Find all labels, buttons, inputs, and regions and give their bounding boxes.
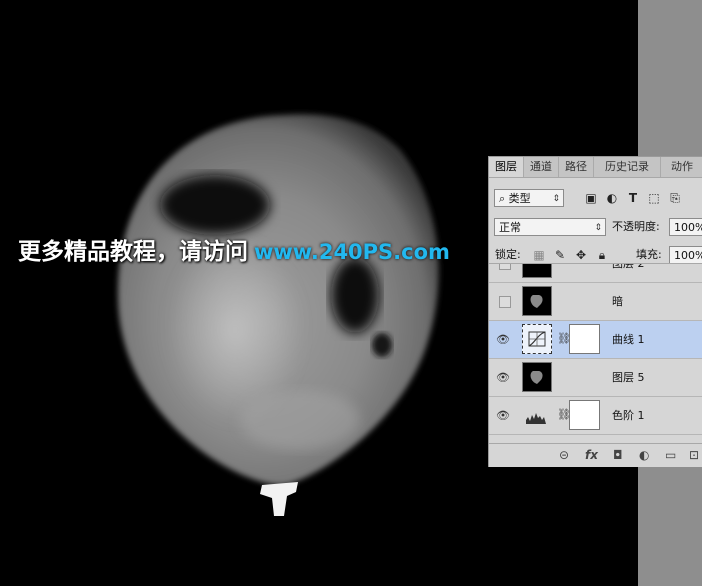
tab-history[interactable]: 历史记录 (594, 157, 661, 177)
opacity-label: 不透明度: (612, 220, 660, 233)
panel-tabs: 图层 通道 路径 历史记录 动作 (489, 157, 702, 178)
fill-input[interactable]: 100% (669, 246, 702, 264)
lock-row: 锁定: ▦ ✎ ✥ 🔒︎ 填充: 100% (489, 246, 702, 264)
eye-icon[interactable]: 👁︎ (495, 370, 511, 386)
layer-name: 图层 2 (612, 263, 645, 270)
folder-icon[interactable]: ▭ (665, 448, 676, 462)
lock-all-icon[interactable]: 🔒︎ (594, 247, 610, 263)
layer-row-layer5[interactable]: 👁︎ 图层 5 (489, 359, 702, 397)
panel-bottom-toolbar: ⊝ fx ◘ ◐ ▭ ⊡ (489, 443, 702, 467)
layer-row-levels1[interactable]: 👁︎ ⛓︎ 色阶 1 (489, 397, 702, 435)
layer-thumbnail (522, 286, 552, 316)
eye-icon[interactable]: 👁︎ (495, 332, 511, 348)
chevron-updown-icon: ⇕ (552, 194, 560, 204)
layer-row-layer2[interactable]: 图层 2 (489, 263, 702, 283)
type-filter-icon[interactable]: T (625, 190, 641, 206)
link-layers-icon[interactable]: ⊝ (559, 448, 569, 462)
watermark: 更多精品教程，请访问 www.240PS.com (18, 234, 450, 270)
layer-name: 图层 5 (612, 371, 645, 384)
tab-channels[interactable]: 通道 (524, 157, 559, 177)
layer-name: 暗 (612, 295, 623, 308)
levels-adjustment-icon (522, 400, 552, 430)
filter-kind-label: 类型 (508, 192, 531, 205)
image-filter-icon[interactable]: ▣ (583, 190, 599, 206)
layer-mask-thumbnail[interactable] (569, 400, 600, 430)
adjustment-layer-icon[interactable]: ◐ (639, 448, 649, 462)
layer-row-curves1[interactable]: 👁︎ ⛓︎ 曲线 1 (489, 321, 702, 359)
layer-thumbnail (522, 264, 552, 278)
layer-thumbnail (522, 362, 552, 392)
watermark-url: www.240PS.com (254, 240, 450, 264)
watermark-text: 更多精品教程，请访问 (18, 239, 248, 265)
new-layer-icon[interactable]: ⊡ (689, 448, 699, 462)
smart-object-filter-icon[interactable]: ⎘ (667, 190, 683, 206)
eye-icon[interactable]: 👁︎ (495, 408, 511, 424)
adjustment-filter-icon[interactable]: ◐ (604, 190, 620, 206)
layer-name: 曲线 1 (612, 333, 645, 346)
lock-label: 锁定: (495, 248, 521, 261)
chevron-updown-icon: ⇕ (594, 223, 602, 233)
shape-filter-icon[interactable]: ⬚ (646, 190, 662, 206)
blend-mode-select[interactable]: 正常 ⇕ (494, 218, 606, 236)
visibility-toggle-off[interactable] (499, 264, 511, 270)
layer-filter-select[interactable]: ⌕ 类型 ⇕ (494, 189, 564, 207)
tab-paths[interactable]: 路径 (559, 157, 594, 177)
lock-transparent-icon[interactable]: ▦ (531, 247, 547, 263)
tab-layers[interactable]: 图层 (489, 157, 524, 177)
lock-paint-icon[interactable]: ✎ (552, 247, 568, 263)
filter-row: ⌕ 类型 ⇕ ▣ ◐ T ⬚ ⎘ (489, 189, 702, 209)
layers-panel: 图层 通道 路径 历史记录 动作 ⌕ 类型 ⇕ ▣ ◐ T ⬚ ⎘ 正常 ⇕ 不… (488, 156, 702, 467)
search-icon: ⌕ (499, 192, 506, 205)
opacity-input[interactable]: 100% (669, 218, 702, 236)
layer-name: 色阶 1 (612, 409, 645, 422)
layers-list: 图层 2 暗 👁︎ ⛓︎ 曲线 1 👁︎ 图层 5 👁︎ ⛓︎ 色阶 1 (489, 263, 702, 444)
fx-icon[interactable]: fx (585, 448, 598, 462)
add-mask-icon[interactable]: ◘ (613, 448, 623, 462)
blend-mode-value: 正常 (499, 221, 521, 234)
curves-adjustment-icon (522, 324, 552, 354)
tab-actions[interactable]: 动作 (661, 157, 702, 177)
layer-mask-thumbnail[interactable] (569, 324, 600, 354)
fill-label: 填充: (636, 248, 662, 261)
lock-position-icon[interactable]: ✥ (573, 247, 589, 263)
layer-row-dark[interactable]: 暗 (489, 283, 702, 321)
blend-row: 正常 ⇕ 不透明度: 100% (489, 218, 702, 238)
visibility-toggle-off[interactable] (499, 296, 511, 308)
